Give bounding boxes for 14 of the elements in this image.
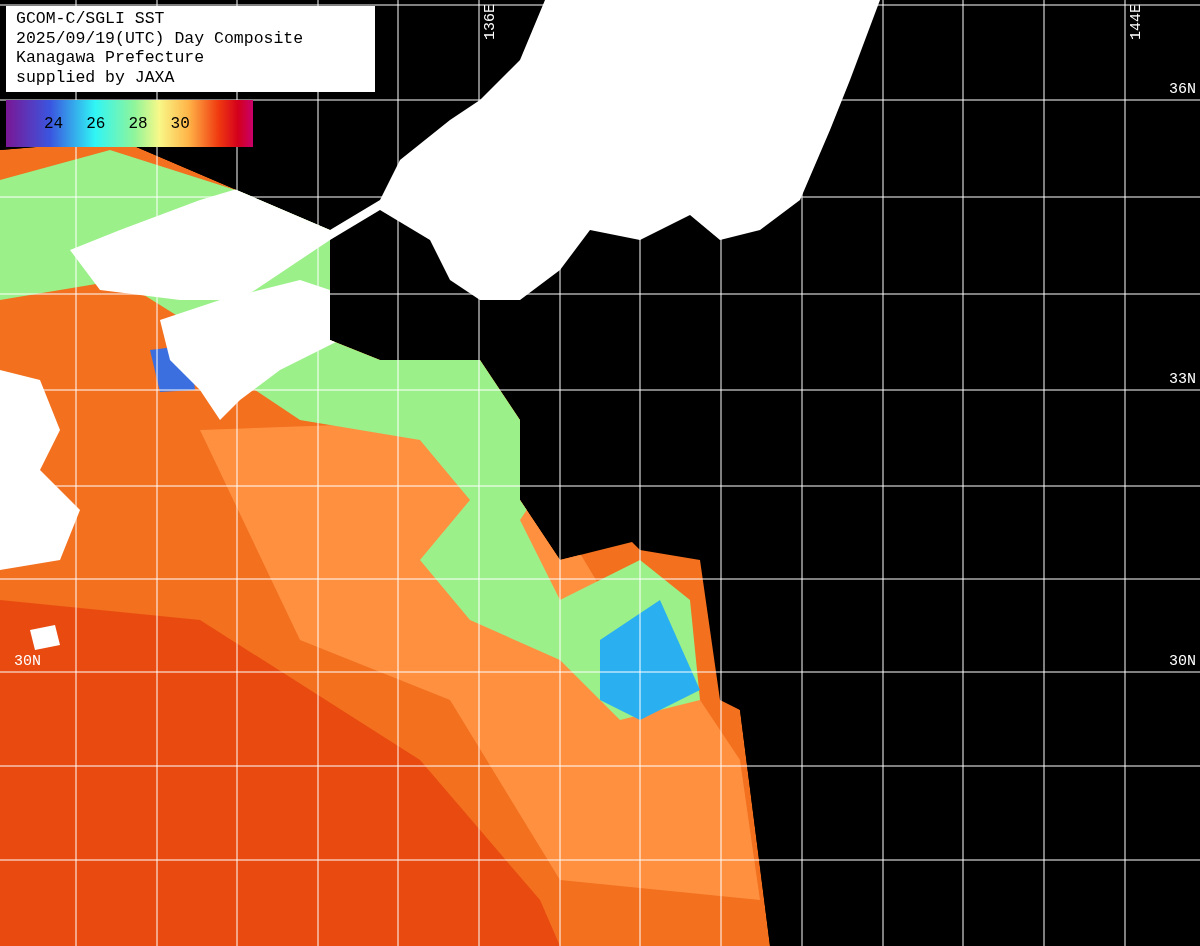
longitude-label: 144E bbox=[1129, 4, 1145, 40]
scale-tick-label: 26 bbox=[86, 114, 106, 133]
scale-tick-label: 24 bbox=[44, 114, 64, 133]
latitude-label: 30N bbox=[1169, 654, 1196, 670]
latitude-label: 30N bbox=[14, 654, 41, 670]
title-line: Kanagawa Prefecture bbox=[16, 48, 206, 68]
scale-tick-label: 30 bbox=[170, 114, 190, 133]
title-line: GCOM-C/SGLI SST bbox=[16, 9, 166, 29]
latitude-label: 33N bbox=[1169, 372, 1196, 388]
longitude-label: 136E bbox=[483, 4, 499, 40]
title-line: supplied by JAXA bbox=[16, 67, 176, 87]
title-line: 2025/09/19(UTC) Day Composite bbox=[16, 28, 305, 48]
scale-tick-label: 28 bbox=[128, 114, 148, 133]
latitude-label: 36N bbox=[1169, 82, 1196, 98]
